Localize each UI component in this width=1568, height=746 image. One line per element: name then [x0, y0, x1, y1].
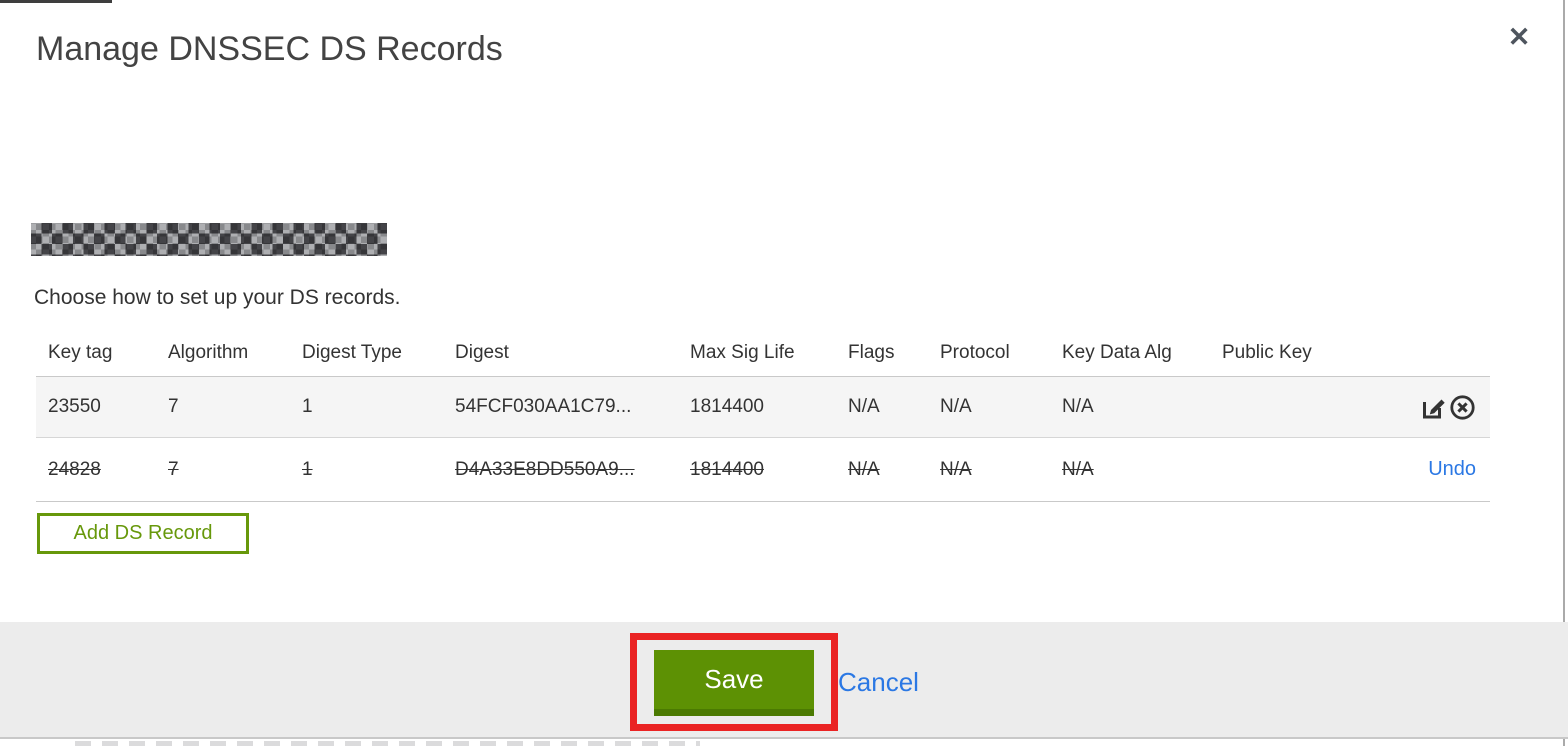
cell-key-tag: 24828 [48, 458, 101, 480]
column-header: Public Key [1222, 342, 1312, 363]
undo-link[interactable]: Undo [1428, 458, 1476, 481]
dnssec-dialog: Manage DNSSEC DS Records ✕ Choose how to… [0, 0, 1568, 746]
table-body: 23550 7 1 54FCF030AA1C79... 1814400 N/A N/A N/A… [36, 377, 1490, 502]
redacted-domain-name [31, 223, 387, 256]
cell-digest-type: 1 [302, 458, 313, 480]
column-header: Digest [455, 342, 509, 363]
edit-icon[interactable] [1420, 394, 1447, 421]
column-header: Key Data Alg [1062, 342, 1172, 363]
table-row: 24828 7 1 D4A33E8DD550A9... 1814400 N/A N/A N/A… [36, 438, 1490, 502]
subtitle-text: Choose how to set up your DS records. [34, 286, 401, 309]
close-icon[interactable]: ✕ [1502, 20, 1536, 54]
cell-max-sig-life: 1814400 [690, 396, 764, 417]
screen-edge-artifact [0, 0, 112, 3]
ds-records-table: Key tag Algorithm Digest Type Digest Max Sig… [36, 330, 1490, 502]
cell-protocol: N/A [940, 458, 972, 480]
row-actions: Undo [1420, 458, 1490, 481]
page-title: Manage DNSSEC DS Records [36, 30, 503, 68]
cell-digest-type: 1 [302, 396, 313, 417]
add-ds-record-button[interactable]: Add DS Record [37, 513, 249, 554]
cell-flags: N/A [848, 458, 880, 480]
background-page-remnant [75, 741, 700, 746]
cell-key-data-alg: N/A [1062, 458, 1094, 480]
column-header: Flags [848, 342, 895, 363]
table-header-row: Key tag Algorithm Digest Type Digest Max Sig… [36, 330, 1490, 377]
cancel-link[interactable]: Cancel [838, 667, 919, 698]
cell-key-tag: 23550 [48, 396, 101, 417]
cell-max-sig-life: 1814400 [690, 458, 764, 480]
cell-digest: 54FCF030AA1C79... [455, 396, 632, 417]
row-actions [1420, 394, 1490, 421]
cell-protocol: N/A [940, 396, 972, 417]
table-row: 23550 7 1 54FCF030AA1C79... 1814400 N/A N/A N/A [36, 377, 1490, 438]
column-header: Key tag [48, 342, 113, 363]
save-button[interactable]: Save [654, 650, 814, 716]
cell-flags: N/A [848, 396, 880, 417]
cell-algorithm: 7 [168, 458, 179, 480]
cell-digest: D4A33E8DD550A9... [455, 458, 635, 480]
column-header: Digest Type [302, 342, 402, 363]
cell-key-data-alg: N/A [1062, 396, 1094, 417]
column-header: Protocol [940, 342, 1010, 363]
cell-algorithm: 7 [168, 396, 179, 417]
remove-circle-icon[interactable] [1449, 394, 1476, 421]
column-header: Algorithm [168, 342, 249, 363]
column-header: Max Sig Life [690, 342, 795, 363]
